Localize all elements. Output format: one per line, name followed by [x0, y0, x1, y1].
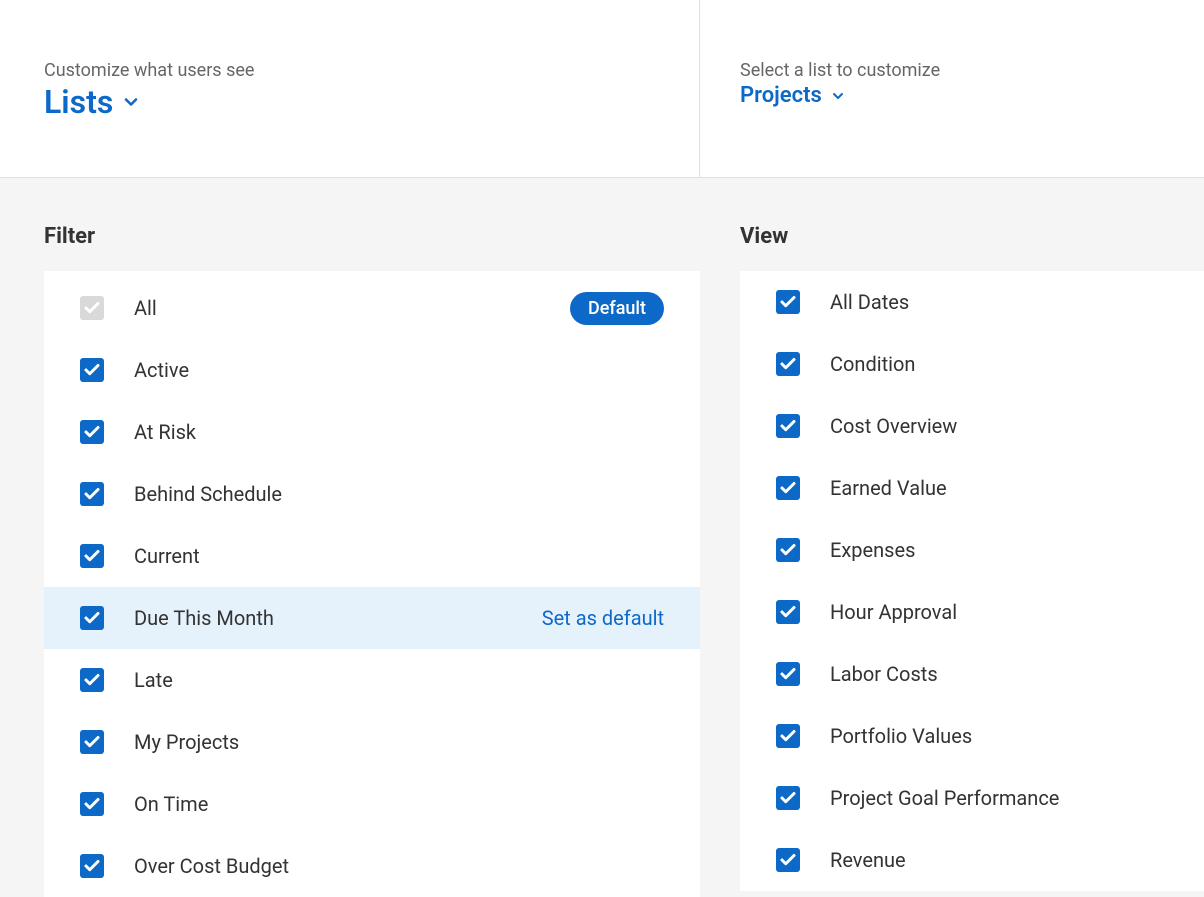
checkbox[interactable]	[776, 848, 800, 872]
chevron-down-icon	[830, 88, 846, 104]
filter-row[interactable]: Current	[44, 525, 700, 587]
view-row[interactable]: Condition	[740, 333, 1204, 395]
checkbox[interactable]	[80, 668, 104, 692]
customize-label: Customize what users see	[44, 60, 699, 81]
filter-row[interactable]: At Risk	[44, 401, 700, 463]
filter-row[interactable]: Behind Schedule	[44, 463, 700, 525]
filter-panel: All Default Active At Risk Behind Schedule Cu…	[44, 271, 700, 897]
checkbox[interactable]	[80, 420, 104, 444]
filter-row[interactable]: Over Cost Budget	[44, 835, 700, 897]
filter-item-label: My Projects	[134, 730, 239, 754]
filter-item-label: Late	[134, 668, 173, 692]
filter-item-label: Over Cost Budget	[134, 854, 289, 878]
checkbox[interactable]	[776, 786, 800, 810]
filter-column: Filter All Default Active At Risk Behind Sch…	[0, 224, 700, 897]
header-left: Customize what users see Lists	[0, 0, 700, 177]
view-row[interactable]: Cost Overview	[740, 395, 1204, 457]
checkbox[interactable]	[776, 724, 800, 748]
checkbox[interactable]	[776, 290, 800, 314]
projects-dropdown-value: Projects	[740, 83, 822, 108]
projects-dropdown[interactable]: Projects	[740, 83, 846, 108]
checkbox[interactable]	[776, 662, 800, 686]
checkbox[interactable]	[80, 606, 104, 630]
filter-item-label: All	[134, 296, 157, 320]
view-item-label: Expenses	[830, 538, 915, 562]
checkbox[interactable]	[776, 352, 800, 376]
view-row[interactable]: Revenue	[740, 829, 1204, 891]
view-item-label: Hour Approval	[830, 600, 957, 624]
checkbox[interactable]	[80, 482, 104, 506]
filter-row[interactable]: Due This Month Set as default	[44, 587, 700, 649]
view-row[interactable]: Hour Approval	[740, 581, 1204, 643]
view-row[interactable]: Project Goal Performance	[740, 767, 1204, 829]
checkbox[interactable]	[80, 544, 104, 568]
header-right: Select a list to customize Projects	[700, 0, 1204, 177]
view-item-label: Portfolio Values	[830, 724, 972, 748]
view-title: View	[740, 224, 1204, 249]
checkbox[interactable]	[80, 792, 104, 816]
view-item-label: Earned Value	[830, 476, 947, 500]
set-as-default-link[interactable]: Set as default	[542, 606, 664, 630]
view-item-label: All Dates	[830, 290, 909, 314]
filter-item-label: At Risk	[134, 420, 196, 444]
view-row[interactable]: Labor Costs	[740, 643, 1204, 705]
filter-row[interactable]: My Projects	[44, 711, 700, 773]
lists-dropdown-value: Lists	[44, 83, 113, 121]
view-panel: All Dates Condition Cost Overview Earned Va…	[740, 271, 1204, 891]
lists-dropdown[interactable]: Lists	[44, 83, 141, 121]
chevron-down-icon	[121, 92, 141, 112]
filter-row[interactable]: Active	[44, 339, 700, 401]
default-badge: Default	[570, 292, 664, 325]
content: Filter All Default Active At Risk Behind Sch…	[0, 178, 1204, 897]
filter-item-label: Due This Month	[134, 606, 274, 630]
view-item-label: Project Goal Performance	[830, 786, 1059, 810]
checkbox[interactable]	[80, 730, 104, 754]
view-row[interactable]: Portfolio Values	[740, 705, 1204, 767]
header: Customize what users see Lists Select a …	[0, 0, 1204, 178]
view-row[interactable]: All Dates	[740, 271, 1204, 333]
checkbox	[80, 296, 104, 320]
filter-item-label: On Time	[134, 792, 208, 816]
filter-item-label: Active	[134, 358, 189, 382]
checkbox[interactable]	[80, 358, 104, 382]
view-row[interactable]: Expenses	[740, 519, 1204, 581]
view-item-label: Cost Overview	[830, 414, 957, 438]
filter-title: Filter	[44, 224, 700, 249]
filter-row[interactable]: All Default	[44, 271, 700, 339]
checkbox[interactable]	[776, 476, 800, 500]
filter-row[interactable]: On Time	[44, 773, 700, 835]
checkbox[interactable]	[776, 538, 800, 562]
view-item-label: Condition	[830, 352, 915, 376]
filter-row[interactable]: Late	[44, 649, 700, 711]
filter-item-label: Current	[134, 544, 200, 568]
filter-item-label: Behind Schedule	[134, 482, 282, 506]
checkbox[interactable]	[80, 854, 104, 878]
view-item-label: Labor Costs	[830, 662, 938, 686]
select-list-label: Select a list to customize	[740, 60, 1204, 81]
checkbox[interactable]	[776, 600, 800, 624]
view-column: View All Dates Condition Cost Overview Earn…	[700, 224, 1204, 897]
checkbox[interactable]	[776, 414, 800, 438]
view-item-label: Revenue	[830, 848, 906, 872]
view-row[interactable]: Earned Value	[740, 457, 1204, 519]
